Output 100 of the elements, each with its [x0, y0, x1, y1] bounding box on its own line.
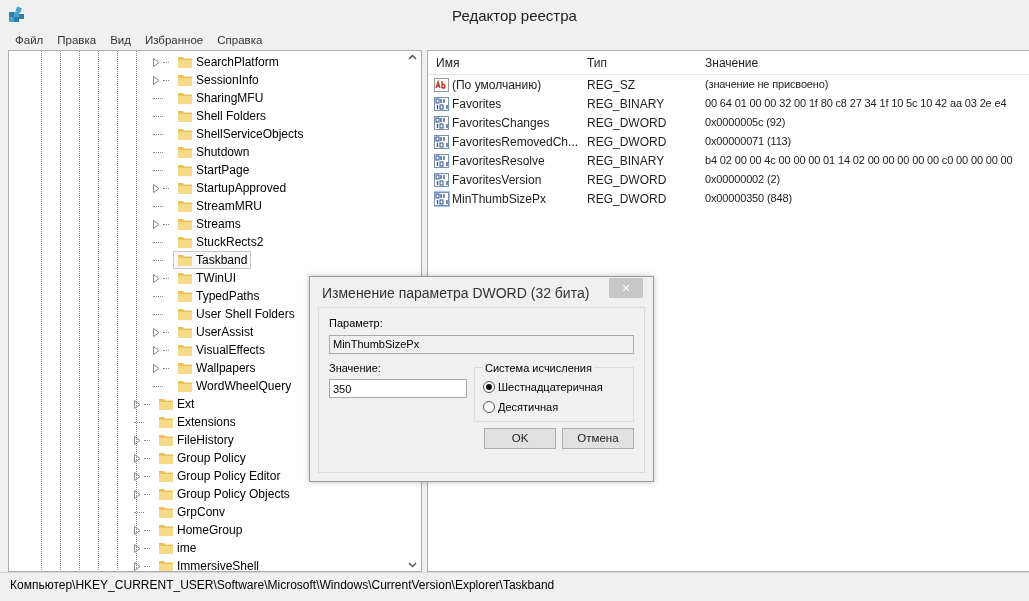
value-type: REG_DWORD — [586, 133, 668, 151]
tree-item[interactable]: StreamMRU — [173, 197, 266, 215]
tree-item[interactable]: Group Policy — [154, 449, 250, 467]
column-header[interactable]: Тип — [579, 53, 697, 72]
field-label: Значение: — [329, 360, 382, 376]
parameter-name-field[interactable]: MinThumbSizePx — [329, 334, 634, 354]
value-data: 0x00000071 (113) — [704, 134, 792, 150]
menu-item[interactable]: Вид — [103, 32, 138, 50]
tree-item[interactable]: StartupApproved — [173, 179, 291, 197]
folder-icon — [177, 90, 193, 106]
tree-item[interactable]: ImmersiveShell — [154, 557, 264, 571]
scroll-up-icon[interactable] — [408, 54, 417, 60]
radio-label[interactable]: Десятичная — [498, 398, 559, 415]
tree-item[interactable]: FileHistory — [154, 431, 238, 449]
value-field[interactable]: 350 — [329, 379, 467, 398]
value-name[interactable]: (По умолчанию) — [452, 75, 542, 94]
tree-item[interactable]: WordWheelQuery — [173, 377, 296, 395]
tree-item[interactable]: Ext — [154, 395, 199, 413]
folder-icon — [158, 504, 174, 520]
radio-button[interactable] — [483, 381, 495, 394]
tree-item[interactable]: Taskband — [173, 251, 252, 269]
tree-item[interactable]: User Shell Folders — [173, 305, 299, 323]
folder-icon — [158, 558, 174, 571]
tree-item[interactable]: Group Policy Objects — [154, 485, 294, 503]
value-name[interactable]: FavoritesVersion — [452, 170, 542, 189]
menu-item[interactable]: Правка — [50, 32, 104, 50]
tree-item[interactable]: SessionInfo — [173, 71, 263, 89]
expand-arrow-icon[interactable] — [153, 273, 160, 283]
menu-item[interactable]: Файл — [8, 32, 51, 50]
folder-icon — [177, 270, 193, 286]
folder-icon — [177, 54, 193, 70]
tree-item[interactable]: UserAssist — [173, 323, 258, 341]
value-type: REG_DWORD — [586, 114, 668, 132]
value-data: b4 02 00 00 4c 00 00 00 01 14 02 00 00 00 00 00 c0 00 00 00 00 — [704, 153, 1013, 169]
tree-item[interactable]: Wallpapers — [173, 359, 260, 377]
value-name[interactable]: MinThumbSizePx — [452, 189, 547, 208]
value-name[interactable]: FavoritesChanges — [452, 113, 550, 132]
folder-icon — [158, 432, 174, 448]
menu-item[interactable]: Справка — [210, 32, 270, 50]
tree-item[interactable]: SearchPlatform — [173, 53, 283, 71]
tree-item[interactable]: StartPage — [173, 161, 254, 179]
tree-item[interactable]: StuckRects2 — [173, 233, 268, 251]
value-data: 0x00000002 (2) — [704, 172, 780, 188]
folder-icon — [177, 72, 193, 88]
folder-icon — [177, 216, 193, 232]
dialog-title: Изменение параметра DWORD (32 бита) — [322, 284, 591, 303]
folder-icon — [158, 396, 174, 412]
folder-icon — [177, 288, 193, 304]
value-data: (значение не присвоено) — [704, 77, 829, 93]
folder-icon — [158, 468, 174, 484]
folder-icon — [158, 450, 174, 466]
folder-icon — [158, 486, 174, 502]
tree-item[interactable]: HomeGroup — [154, 521, 247, 539]
folder-icon — [177, 108, 193, 124]
cancel-button[interactable]: Отмена — [562, 428, 634, 449]
folder-icon — [177, 126, 193, 142]
tree-item[interactable]: TWinUI — [173, 269, 240, 287]
value-type: REG_DWORD — [586, 171, 668, 189]
radio-label[interactable]: Шестнадцатеричная — [498, 379, 603, 396]
folder-icon — [177, 378, 193, 394]
folder-icon — [158, 414, 174, 430]
tree-item[interactable]: GrpConv — [154, 503, 230, 521]
expand-arrow-icon[interactable] — [153, 219, 160, 229]
radio-button[interactable] — [483, 400, 495, 413]
tree-item[interactable]: TypedPaths — [173, 287, 264, 305]
status-path: Компьютер\HKEY_CURRENT_USER\Software\Microsoft\Windows\CurrentVersion\Explorer\Taskband — [10, 576, 555, 594]
scroll-down-icon[interactable] — [408, 562, 417, 568]
folder-icon — [158, 522, 174, 538]
folder-icon — [177, 252, 193, 268]
tree-item[interactable]: VisualEffects — [173, 341, 269, 359]
value-data: 00 64 01 00 00 32 00 1f 80 c8 27 34 1f 10 5c 10 42 aa 03 2e e4 — [704, 96, 1007, 112]
value-data: 0x00000350 (848) — [704, 191, 792, 207]
tree-item[interactable]: ShellServiceObjects — [173, 125, 308, 143]
value-data: 0x0000005c (92) — [704, 115, 786, 131]
value-name[interactable]: Favorites — [452, 94, 502, 113]
folder-icon — [177, 360, 193, 376]
ok-button[interactable]: OK — [484, 428, 556, 449]
menu-item[interactable]: Избранное — [137, 32, 211, 50]
folder-icon — [158, 540, 174, 556]
value-name[interactable]: FavoritesResolve — [452, 151, 545, 170]
folder-icon — [177, 324, 193, 340]
tree-item[interactable]: Group Policy Editor — [154, 467, 285, 485]
value-type: REG_DWORD — [586, 190, 668, 208]
column-header[interactable]: Имя — [428, 53, 579, 72]
column-header[interactable]: Значение — [697, 53, 759, 72]
tree-item[interactable]: Shell Folders — [173, 107, 271, 125]
folder-icon — [177, 306, 193, 322]
group-label: Система исчисления — [484, 360, 593, 376]
tree-item[interactable]: SharingMFU — [173, 89, 268, 107]
registry-editor-icon — [8, 6, 26, 24]
value-name[interactable]: FavoritesRemovedCh... — [452, 132, 579, 151]
folder-icon — [177, 198, 193, 214]
window-title: Редактор реестра — [452, 5, 577, 26]
tree-item[interactable]: Extensions — [154, 413, 240, 431]
tree-item[interactable]: ime — [154, 539, 201, 557]
value-type: REG_SZ — [586, 76, 636, 94]
expand-arrow-icon[interactable] — [134, 399, 141, 409]
tree-item[interactable]: Shutdown — [173, 143, 254, 161]
tree-item[interactable]: Streams — [173, 215, 245, 233]
expand-arrow-icon[interactable] — [153, 183, 160, 193]
